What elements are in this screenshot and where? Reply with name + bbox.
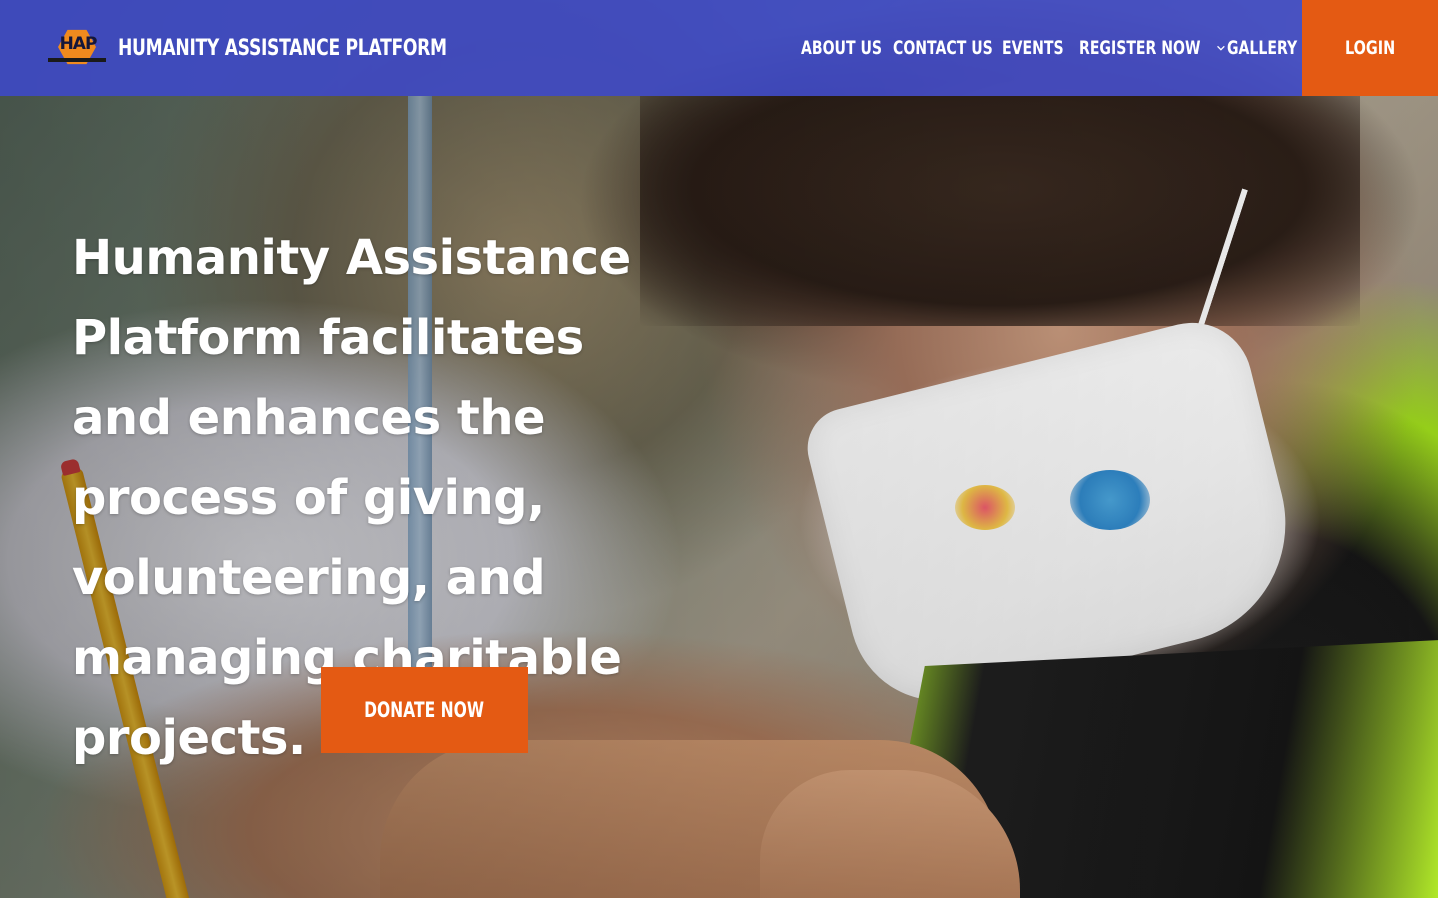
hero-section: HAP HUMANITY ASSISTANCE PLATFORM ABOUT U… xyxy=(0,0,1438,898)
logo-text: HAP xyxy=(59,34,98,54)
nav-register-now[interactable]: REGISTER NOW xyxy=(1079,37,1227,59)
login-button-label: LOGIN xyxy=(1344,37,1396,59)
nav-gallery-label: GALLERY xyxy=(1227,37,1298,59)
background-mask-pattern xyxy=(955,485,1015,530)
nav-events[interactable]: EVENTS xyxy=(1002,37,1079,59)
brand-name: HUMANITY ASSISTANCE PLATFORM xyxy=(118,35,447,61)
main-nav: ABOUT US CONTACT US EVENTS REGISTER NOW … xyxy=(801,0,1301,96)
brand-link[interactable]: HAP HUMANITY ASSISTANCE PLATFORM xyxy=(48,28,540,68)
nav-contact-us[interactable]: CONTACT US xyxy=(893,37,1002,59)
donate-now-label: DONATE NOW xyxy=(364,698,485,722)
donate-now-button[interactable]: DONATE NOW xyxy=(321,667,528,753)
site-header: HAP HUMANITY ASSISTANCE PLATFORM ABOUT U… xyxy=(0,0,1438,96)
nav-contact-us-label: CONTACT US xyxy=(893,37,993,59)
logo-underline xyxy=(48,58,106,62)
chevron-down-icon xyxy=(1217,45,1225,51)
login-button[interactable]: LOGIN xyxy=(1302,0,1438,96)
background-mask-pattern xyxy=(1070,470,1150,530)
nav-about-us[interactable]: ABOUT US xyxy=(801,37,893,59)
nav-about-us-label: ABOUT US xyxy=(801,37,883,59)
hap-logo-icon: HAP xyxy=(48,28,106,68)
nav-register-now-label: REGISTER NOW xyxy=(1079,37,1201,59)
background-hair xyxy=(640,96,1360,326)
nav-gallery[interactable]: GALLERY xyxy=(1227,37,1301,59)
nav-events-label: EVENTS xyxy=(1002,37,1064,59)
